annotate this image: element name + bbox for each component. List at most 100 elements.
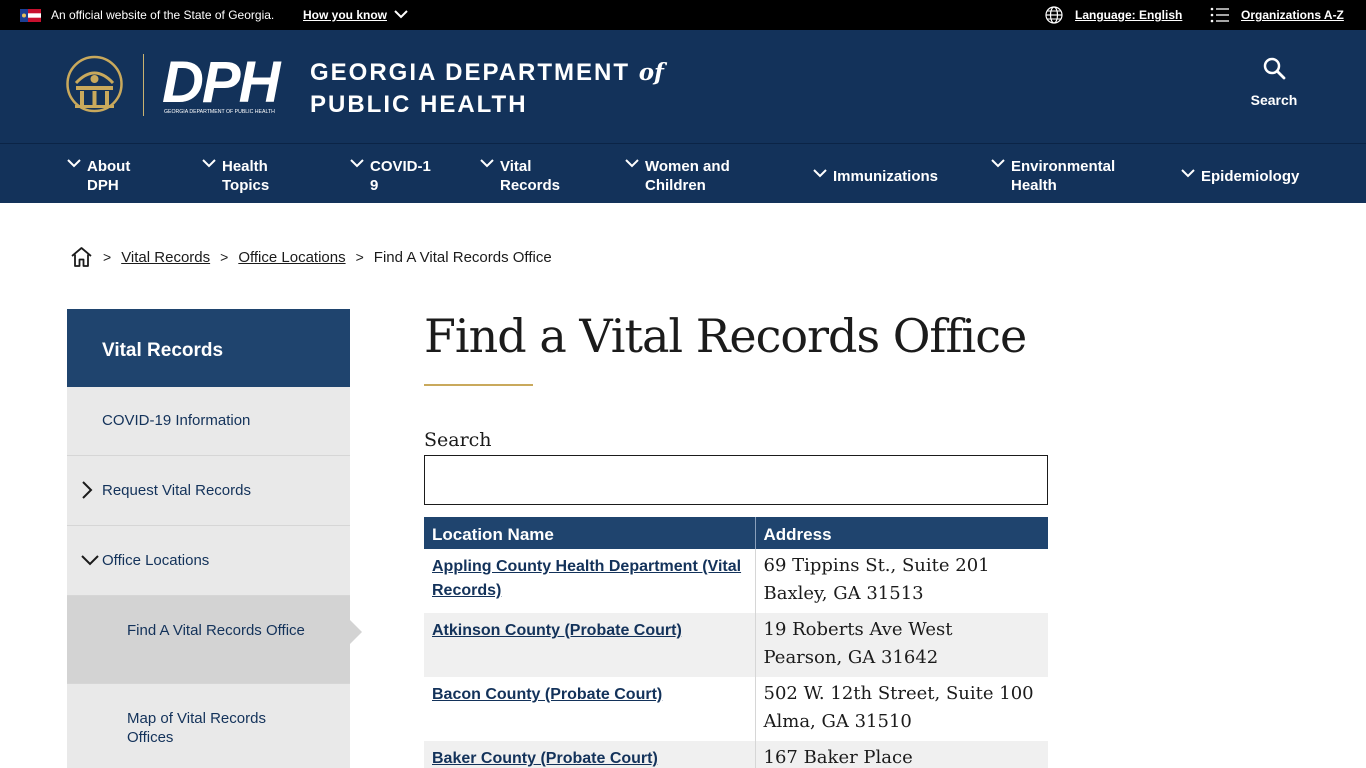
table-header-row: Location Name Address bbox=[424, 517, 1048, 549]
address-line-1: 69 Tippins St., Suite 201 bbox=[763, 555, 990, 576]
address-line-1: 502 W. 12th Street, Suite 100 bbox=[763, 683, 1034, 704]
breadcrumb-link-office-locations[interactable]: Office Locations bbox=[238, 249, 345, 266]
nav-item-label[interactable]: Health Topics bbox=[222, 157, 292, 195]
chevron-right-icon: > bbox=[220, 249, 229, 265]
address-cell: 502 W. 12th Street, Suite 100 Alma, GA 3… bbox=[754, 677, 1048, 741]
chevron-down-icon[interactable] bbox=[813, 169, 827, 179]
header-search-label[interactable]: Search bbox=[1238, 92, 1310, 108]
chevron-down-icon[interactable] bbox=[991, 159, 1005, 169]
location-link[interactable]: Appling County Health Department (Vital … bbox=[432, 558, 741, 599]
page-title: Find a Vital Records Office bbox=[424, 309, 1027, 363]
nav-item-label[interactable]: COVID-19 bbox=[370, 157, 432, 195]
home-icon[interactable] bbox=[70, 246, 93, 268]
chevron-down-icon[interactable] bbox=[202, 159, 216, 169]
table-row: Baker County (Probate Court) 167 Baker P… bbox=[424, 741, 1048, 768]
locations-table: Location Name Address Appling County Hea… bbox=[424, 517, 1048, 768]
nav-item-label[interactable]: About DPH bbox=[87, 157, 147, 195]
sidebar-item-label[interactable]: Find A Vital Records Office bbox=[127, 621, 307, 640]
nav-item-immunizations[interactable]: Immunizations bbox=[813, 144, 963, 204]
nav-item-label[interactable]: Immunizations bbox=[833, 167, 973, 186]
location-link[interactable]: Atkinson County (Probate Court) bbox=[432, 622, 682, 639]
chevron-down-icon[interactable] bbox=[67, 159, 81, 169]
search-label: Search bbox=[424, 429, 492, 451]
column-header-address[interactable]: Address bbox=[754, 517, 1048, 549]
globe-icon bbox=[1045, 6, 1063, 24]
chevron-down-icon[interactable] bbox=[350, 159, 364, 169]
agency-name-line-2: PUBLIC HEALTH bbox=[310, 91, 528, 118]
sidebar-item-label[interactable]: Map of Vital Records Offices bbox=[127, 709, 307, 747]
address-line-1: 167 Baker Place bbox=[763, 747, 913, 768]
address-cell: 19 Roberts Ave West Pearson, GA 31642 bbox=[754, 613, 1048, 677]
svg-text:GEORGIA DEPARTMENT OF PUBLIC H: GEORGIA DEPARTMENT OF PUBLIC HEALTH bbox=[164, 109, 275, 115]
nav-item-covid-19[interactable]: COVID-19 bbox=[350, 144, 450, 204]
nav-item-epidemiology[interactable]: Epidemiology bbox=[1181, 144, 1311, 204]
sidebar-item-label[interactable]: COVID-19 Information bbox=[102, 412, 250, 429]
sidebar-item-label[interactable]: Office Locations bbox=[102, 552, 209, 569]
breadcrumb-current: Find A Vital Records Office bbox=[373, 248, 552, 266]
sidebar-item-map-of-vital-records-offices[interactable]: Map of Vital Records Offices bbox=[67, 684, 350, 768]
table-row: Atkinson County (Probate Court) 19 Rober… bbox=[424, 613, 1048, 677]
column-header-location-name[interactable]: Location Name bbox=[424, 517, 755, 549]
agency-name-line-1: GEORGIA DEPARTMENT of bbox=[310, 59, 664, 87]
georgia-flag-icon bbox=[20, 9, 41, 22]
list-icon bbox=[1210, 7, 1229, 23]
search-input[interactable] bbox=[424, 455, 1048, 505]
official-website-text: An official website of the State of Geor… bbox=[51, 8, 275, 22]
table-row: Appling County Health Department (Vital … bbox=[424, 549, 1048, 613]
nav-item-label[interactable]: Vital Records bbox=[500, 157, 570, 195]
nav-item-women-and-children[interactable]: Women and Children bbox=[625, 144, 785, 204]
location-name-cell: Baker County (Probate Court) bbox=[424, 741, 755, 768]
nav-item-health-topics[interactable]: Health Topics bbox=[202, 144, 322, 204]
nav-item-label[interactable]: Environmental Health bbox=[1011, 157, 1131, 195]
table-row: Bacon County (Probate Court) 502 W. 12th… bbox=[424, 677, 1048, 741]
location-name-cell: Atkinson County (Probate Court) bbox=[424, 613, 755, 677]
sidebar-item-label[interactable]: Request Vital Records bbox=[102, 482, 251, 499]
sidebar-item-covid-19-information[interactable]: COVID-19 Information bbox=[67, 387, 350, 456]
address-cell: 167 Baker Place bbox=[754, 741, 1048, 768]
sidebar-item-office-locations[interactable]: Office Locations bbox=[67, 526, 350, 596]
search-icon[interactable] bbox=[1262, 56, 1286, 80]
chevron-down-icon[interactable] bbox=[1181, 169, 1195, 179]
address-line-2: Baxley, GA 31513 bbox=[763, 583, 924, 604]
official-site-banner: An official website of the State of Geor… bbox=[0, 0, 1366, 30]
svg-text:DPH: DPH bbox=[162, 52, 282, 115]
agency-name-of: of bbox=[638, 59, 664, 86]
nav-item-label[interactable]: Women and Children bbox=[645, 157, 745, 195]
organizations-a-z-link[interactable]: Organizations A-Z bbox=[1241, 8, 1344, 22]
location-link[interactable]: Baker County (Probate Court) bbox=[432, 750, 658, 767]
breadcrumb: > Vital Records > Office Locations > Fin… bbox=[70, 246, 552, 268]
header-search-button[interactable]: Search bbox=[1238, 56, 1310, 108]
address-line-1: 19 Roberts Ave West bbox=[763, 619, 953, 640]
logo-divider bbox=[143, 54, 144, 116]
location-link[interactable]: Bacon County (Probate Court) bbox=[432, 686, 662, 703]
how-you-know-link[interactable]: How you know bbox=[303, 8, 387, 22]
chevron-right-icon: > bbox=[355, 249, 364, 265]
sidebar-item-find-a-vital-records-office[interactable]: Find A Vital Records Office bbox=[67, 596, 362, 684]
dph-logo[interactable]: DPH GEORGIA DEPARTMENT OF PUBLIC HEALTH bbox=[162, 52, 290, 116]
nav-item-vital-records[interactable]: Vital Records bbox=[480, 144, 590, 204]
address-line-2: Alma, GA 31510 bbox=[763, 711, 912, 732]
sidebar-heading[interactable]: Vital Records bbox=[67, 309, 350, 387]
georgia-state-seal-icon[interactable] bbox=[66, 53, 123, 115]
agency-name-department: GEORGIA DEPARTMENT bbox=[310, 59, 631, 86]
nav-item-environmental-health[interactable]: Environmental Health bbox=[991, 144, 1141, 204]
address-cell: 69 Tippins St., Suite 201 Baxley, GA 315… bbox=[754, 549, 1048, 613]
chevron-down-icon[interactable] bbox=[394, 10, 408, 19]
site-header: DPH GEORGIA DEPARTMENT OF PUBLIC HEALTH … bbox=[0, 30, 1366, 143]
nav-item-about-dph[interactable]: About DPH bbox=[67, 144, 177, 204]
chevron-right-icon[interactable] bbox=[81, 481, 93, 499]
chevron-down-icon[interactable] bbox=[81, 554, 99, 566]
breadcrumb-link-vital-records[interactable]: Vital Records bbox=[121, 249, 210, 266]
chevron-down-icon[interactable] bbox=[625, 159, 639, 169]
nav-item-label[interactable]: Epidemiology bbox=[1201, 167, 1341, 186]
location-name-cell: Appling County Health Department (Vital … bbox=[424, 549, 755, 613]
main-navigation: About DPH Health Topics COVID-19 Vital R… bbox=[0, 143, 1366, 203]
title-divider bbox=[424, 384, 533, 386]
chevron-down-icon[interactable] bbox=[480, 159, 494, 169]
chevron-right-icon: > bbox=[103, 249, 112, 265]
address-line-2: Pearson, GA 31642 bbox=[763, 647, 939, 668]
sidebar-item-request-vital-records[interactable]: Request Vital Records bbox=[67, 456, 350, 526]
section-sidebar: Vital Records COVID-19 Information Reque… bbox=[67, 309, 362, 768]
language-selector-link[interactable]: Language: English bbox=[1075, 8, 1182, 22]
location-name-cell: Bacon County (Probate Court) bbox=[424, 677, 755, 741]
